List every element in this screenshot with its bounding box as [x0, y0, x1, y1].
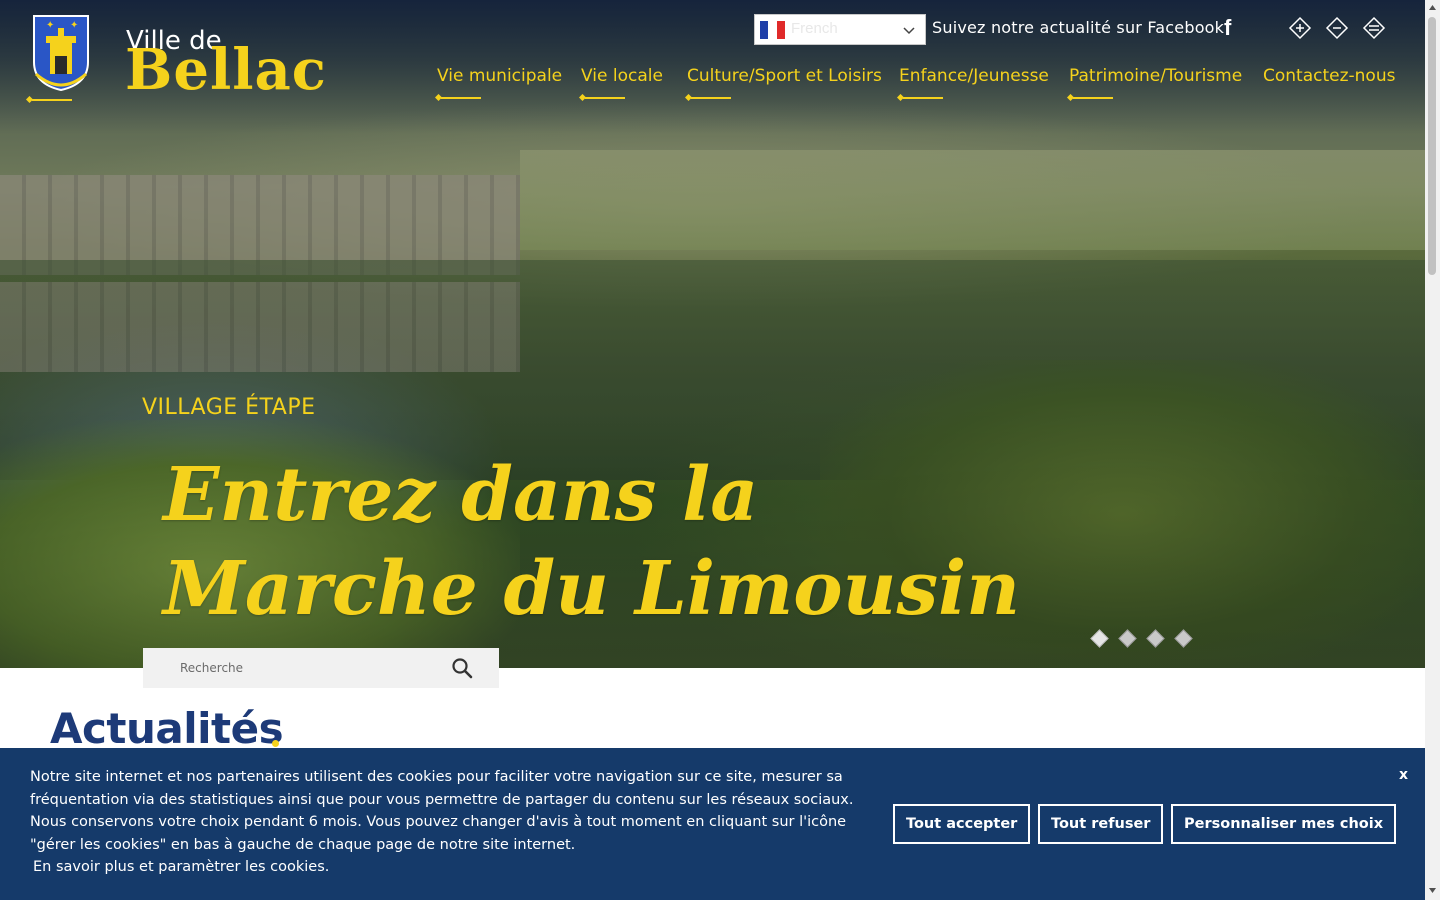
facebook-link[interactable]: Suivez notre actualité sur Facebook: [932, 18, 1224, 37]
search-icon[interactable]: [451, 657, 473, 679]
increase-text-icon[interactable]: [1288, 16, 1312, 40]
decrease-text-icon[interactable]: [1325, 16, 1349, 40]
nav-item-vie-municipale[interactable]: Vie municipale: [437, 66, 562, 86]
slider-pagination: [1090, 629, 1200, 648]
slider-dot-3[interactable]: [1146, 629, 1165, 648]
scroll-down-arrow-icon[interactable]: [1428, 886, 1437, 895]
cookie-accept-button[interactable]: Tout accepter: [893, 804, 1031, 844]
nav-item-vie-locale[interactable]: Vie locale: [581, 66, 663, 86]
nav-item-patrimoine-tourisme[interactable]: Patrimoine/Tourisme: [1069, 66, 1242, 86]
search-input[interactable]: [143, 648, 443, 688]
nav-underline-ornament: [685, 94, 731, 102]
french-flag-icon: [760, 21, 785, 39]
main-navigation: Vie municipale Vie locale Culture/Sport …: [0, 66, 1425, 106]
slider-dot-4[interactable]: [1174, 629, 1193, 648]
nav-underline-ornament: [897, 94, 943, 102]
slider-dot-2[interactable]: [1118, 629, 1137, 648]
nav-item-culture-sport-loisirs[interactable]: Culture/Sport et Loisirs: [687, 66, 882, 86]
cookie-refuse-button[interactable]: Tout refuser: [1038, 804, 1164, 844]
svg-text:✦: ✦: [46, 20, 54, 31]
hero-headline-line2: Marche du Limousin: [163, 546, 1021, 632]
hero-kicker: VILLAGE ÉTAPE: [142, 395, 316, 420]
nav-item-contactez-nous[interactable]: Contactez-nous: [1263, 66, 1395, 86]
language-select[interactable]: French: [754, 14, 926, 45]
search-box: [143, 648, 499, 688]
nav-underline-ornament: [1067, 94, 1113, 102]
cookie-banner: Notre site internet et nos partenaires u…: [0, 748, 1425, 900]
chevron-down-icon: [903, 27, 915, 35]
facebook-icon[interactable]: f: [1224, 17, 1238, 39]
nav-item-enfance-jeunesse[interactable]: Enfance/Jeunesse: [899, 66, 1049, 86]
language-select-value: French: [791, 20, 838, 37]
news-title-dot: [272, 740, 279, 747]
cookie-banner-text: Notre site internet et nos partenaires u…: [30, 769, 854, 853]
hero-headline-line1: Entrez dans la: [163, 452, 759, 538]
cookie-settings-link[interactable]: En savoir plus et paramètrer les cookies…: [33, 859, 329, 875]
hero-headline: Entrez dans la Marche du Limousin: [163, 448, 1063, 636]
page-scrollbar[interactable]: [1425, 0, 1440, 900]
nav-underline-ornament: [579, 94, 625, 102]
svg-text:✦: ✦: [70, 20, 78, 31]
cookie-close-button[interactable]: x: [1399, 767, 1408, 783]
cookie-customize-button[interactable]: Personnaliser mes choix: [1171, 804, 1397, 844]
news-section-title: Actualités: [50, 704, 284, 753]
contrast-icon[interactable]: [1362, 16, 1386, 40]
scroll-up-arrow-icon[interactable]: [1428, 3, 1437, 12]
slider-dot-1[interactable]: [1090, 629, 1109, 648]
scrollbar-thumb[interactable]: [1428, 17, 1436, 275]
nav-underline-ornament: [435, 94, 481, 102]
